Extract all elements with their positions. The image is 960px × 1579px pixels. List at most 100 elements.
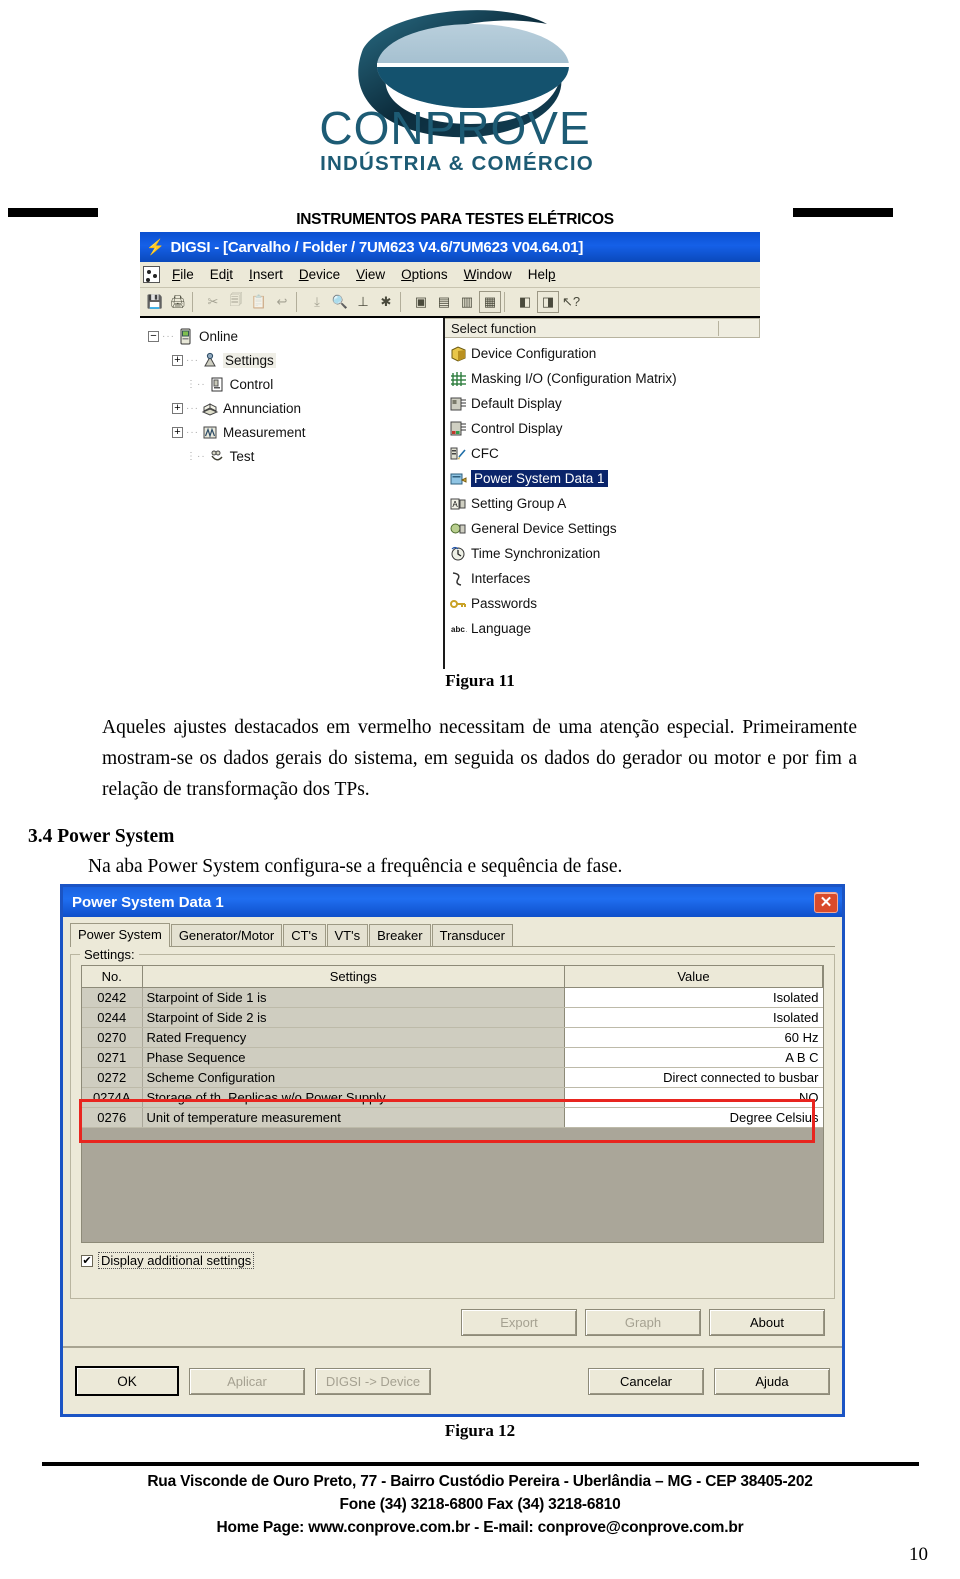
function-item-device-configuration[interactable]: Device Configuration [449,341,760,366]
menu-options[interactable]: Options [393,265,456,284]
tree-expand-toggle[interactable]: + [172,426,183,438]
close-icon[interactable]: ✕ [814,891,838,913]
abc-icon: abc .. [451,625,467,634]
earth-icon[interactable]: ⊥ [352,291,374,313]
menu-edit[interactable]: Edit [202,265,241,284]
function-item-control-display[interactable]: Control Display [449,416,760,441]
tree-collapse-toggle[interactable]: − [148,330,159,342]
search-device-icon[interactable]: 🔍 [329,291,351,313]
menu-insert[interactable]: Insert [241,265,291,284]
tree-expand-toggle[interactable]: + [172,354,183,366]
settings-grid[interactable]: No. Settings Value 0242 Starpoint of Sid… [81,965,824,1243]
function-item-power-system-data-1[interactable]: Power System Data 1 [449,466,760,491]
tab-vts[interactable]: VT's [326,924,369,946]
table-row[interactable]: 0270 Rated Frequency 60 Hz [82,1027,823,1048]
menu-view[interactable]: View [348,265,393,284]
open-device-icon[interactable]: ◧ [514,291,536,313]
footer-web: Home Page: www.conprove.com.br - E-mail:… [216,1519,744,1536]
document-icon [143,266,160,283]
cube-icon [451,345,466,362]
undo-icon[interactable]: ↩ [271,291,293,313]
tab-cts[interactable]: CT's [283,924,326,946]
copy-icon[interactable]: 🗐 [225,291,247,313]
cut-icon[interactable]: ✂ [202,291,224,313]
close-device-icon[interactable]: ◨ [537,291,559,313]
display-additional-settings-row[interactable]: ✔ Display additional settings [81,1252,824,1269]
cell-value[interactable]: Direct connected to busbar [564,1067,823,1088]
function-item-passwords[interactable]: Passwords [449,591,760,616]
annunciation-icon [201,402,219,416]
table-row[interactable]: 0242 Starpoint of Side 1 is Isolated [82,987,823,1008]
function-item-language[interactable]: abc .. Language [449,616,760,641]
tree-item-annunciation[interactable]: + ··· Annunciation [148,396,443,420]
digsi-to-device-button[interactable]: DIGSI -> Device [315,1367,431,1395]
digsi-tree-pane[interactable]: − ··· Online + ··· Settings ⋮·· Control … [140,318,445,669]
print-icon[interactable]: 🖨 [167,291,189,313]
menu-help[interactable]: Help [520,265,564,284]
function-item-setting-group-a[interactable]: A Setting Group A [449,491,760,516]
table-row[interactable]: 0271 Phase Sequence A B C [82,1047,823,1068]
function-item-masking-io[interactable]: Masking I/O (Configuration Matrix) [449,366,760,391]
tab-power-system[interactable]: Power System [70,923,170,947]
digsi-toolbar[interactable]: 💾 🖨 ✂ 🗐 📋 ↩ ⤓ 🔍 ⊥ ✱ ▣ ▤ ▥ ▦ ◧ ◨ ↖? [140,288,760,318]
function-list[interactable]: Device Configuration Masking I/O (Config… [445,338,760,641]
cell-value[interactable]: NO [564,1087,823,1108]
tree-item-test[interactable]: ⋮·· Test [148,444,443,468]
reset-icon[interactable]: ✱ [375,291,397,313]
function-item-interfaces[interactable]: Interfaces [449,566,760,591]
function-item-time-synchronization[interactable]: Time Synchronization [449,541,760,566]
export-button[interactable]: Export [461,1309,577,1336]
cancel-button[interactable]: Cancelar [588,1367,704,1395]
large-icons-icon[interactable]: ▣ [410,291,432,313]
graph-button[interactable]: Graph [585,1309,701,1336]
cell-value[interactable]: Isolated [564,987,823,1008]
key-icon [450,599,466,608]
tab-breaker[interactable]: Breaker [369,924,431,946]
tab-transducer[interactable]: Transducer [431,924,513,946]
tree-item-control[interactable]: ⋮·· Control [148,372,443,396]
table-row[interactable]: 0272 Scheme Configuration Direct connect… [82,1067,823,1088]
table-row[interactable]: 0274A Storage of th. Replicas w/o Power … [82,1087,823,1108]
function-item-label: Power System Data 1 [471,470,608,487]
tree-item-online[interactable]: − ··· Online [148,324,443,348]
ok-button[interactable]: OK [75,1366,179,1396]
menu-window[interactable]: Window [456,265,520,284]
tree-expand-toggle[interactable]: + [172,402,183,414]
tree-item-label: Control [229,376,274,392]
cell-value[interactable]: 60 Hz [564,1027,823,1048]
tree-item-settings[interactable]: + ··· Settings [148,348,443,372]
digsi-function-pane[interactable]: Select function Device Configuration Mas… [445,318,760,669]
table-row[interactable]: 0276 Unit of temperature measurement Deg… [82,1107,823,1128]
about-button[interactable]: About [709,1309,825,1336]
tab-generator-motor[interactable]: Generator/Motor [170,924,283,946]
svg-text:..: .. [463,625,467,634]
table-row[interactable]: 0244 Starpoint of Side 2 is Isolated [82,1007,823,1028]
menu-device[interactable]: Device [291,265,348,284]
function-item-default-display[interactable]: Default Display [449,391,760,416]
help-pointer-icon[interactable]: ↖? [560,291,582,313]
checkbox-label: Display additional settings [98,1252,255,1269]
save-icon[interactable]: 💾 [144,291,166,313]
details-icon[interactable]: ▦ [479,291,501,313]
matrix-icon [451,371,466,386]
digsi-menu-bar[interactable]: File Edit Insert Device View Options Win… [140,262,760,288]
apply-button[interactable]: Aplicar [189,1367,305,1395]
dialog-tabstrip[interactable]: Power System Generator/Motor CT's VT's B… [70,923,835,947]
list-icon[interactable]: ▥ [456,291,478,313]
menu-file[interactable]: File [164,265,202,284]
paste-icon[interactable]: 📋 [248,291,270,313]
cfc-icon [450,447,466,460]
checkbox[interactable]: ✔ [81,1254,93,1267]
function-item-label: Control Display [471,421,563,436]
function-item-cfc[interactable]: CFC [449,441,760,466]
cell-value[interactable]: Isolated [564,1007,823,1028]
function-item-general-device-settings[interactable]: General Device Settings [449,516,760,541]
cell-value[interactable]: A B C [564,1047,823,1068]
tree-item-measurement[interactable]: + ··· Measurement [148,420,443,444]
download-icon[interactable]: ⤓ [306,291,328,313]
cell-value[interactable]: Degree Celsius [564,1107,823,1128]
small-icons-icon[interactable]: ▤ [433,291,455,313]
help-button[interactable]: Ajuda [714,1367,830,1395]
function-item-label: Masking I/O (Configuration Matrix) [471,371,677,386]
footer-address: Rua Visconde de Ouro Preto, 77 - Bairro … [147,1473,813,1490]
